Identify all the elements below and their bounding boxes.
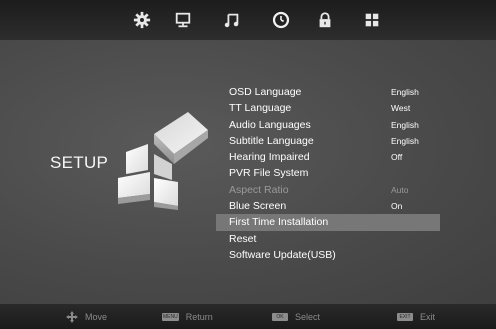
menu-item-label: Hearing Impaired	[229, 151, 310, 164]
menu-item-label: PVR File System	[229, 167, 309, 180]
gear-icon[interactable]	[131, 9, 153, 31]
menu-item-hearing-impaired[interactable]: Hearing Impaired Off	[216, 149, 440, 165]
ok-key-icon: OK	[272, 313, 288, 321]
setup-screen: SETUP OSD Language English TT Language We	[0, 0, 496, 329]
return-hint-label: Return	[185, 312, 213, 322]
music-note-icon[interactable]	[221, 9, 243, 31]
menu-item-osd-language[interactable]: OSD Language English	[216, 84, 440, 100]
menu-item-first-time-installation[interactable]: First Time Installation	[216, 214, 440, 231]
menu-item-label: Subtitle Language	[229, 134, 314, 147]
setup-cube-icon	[118, 112, 208, 210]
exit-key-icon: EXIT	[397, 313, 413, 321]
menu-item-label: OSD Language	[229, 86, 302, 98]
menu-item-value: English	[391, 135, 419, 146]
hint-bar: Move MENU Return OK Select EXIT Exit	[0, 304, 496, 329]
monitor-icon[interactable]	[172, 9, 194, 31]
setup-menu-list: OSD Language English TT Language West Audio …	[216, 84, 440, 263]
menu-item-subtitle-language[interactable]: Subtitle Language English	[216, 133, 440, 149]
menu-item-blue-screen[interactable]: Blue Screen On	[216, 198, 440, 214]
move-hint-label: Move	[85, 312, 108, 322]
menu-item-value: West	[391, 103, 411, 114]
menu-item-value: English	[391, 119, 419, 130]
menu-item-value: English	[391, 87, 419, 97]
menu-item-value: On	[391, 201, 403, 212]
menu-item-label: Audio Languages	[229, 118, 311, 131]
move-arrows-icon	[66, 311, 78, 323]
menu-category-bar	[0, 0, 496, 40]
menu-item-pvr-file-system[interactable]: PVR File System	[216, 165, 440, 181]
menu-key-icon: MENU	[162, 313, 179, 321]
menu-item-label: Aspect Ratio	[229, 183, 289, 196]
menu-item-label: Reset	[229, 232, 257, 245]
grid-icon[interactable]	[361, 9, 383, 31]
menu-item-audio-languages[interactable]: Audio Languages English	[216, 117, 440, 133]
menu-item-label: TT Language	[229, 102, 292, 115]
menu-item-tt-language[interactable]: TT Language West	[216, 100, 440, 116]
move-hint: Move	[66, 310, 107, 324]
menu-item-reset[interactable]: Reset	[216, 231, 440, 247]
exit-hint-label: Exit	[420, 312, 436, 322]
page-title: SETUP	[50, 153, 109, 172]
menu-item-label: Blue Screen	[229, 200, 287, 213]
clock-icon[interactable]	[270, 9, 292, 31]
lock-icon[interactable]	[314, 9, 336, 31]
menu-item-software-update-usb[interactable]: Software Update(USB)	[216, 247, 440, 263]
return-hint: MENU Return	[162, 310, 213, 324]
menu-item-label: First Time Installation	[229, 216, 329, 229]
select-hint-label: Select	[295, 312, 321, 322]
menu-item-value: Auto	[391, 184, 409, 195]
exit-hint: EXIT Exit	[397, 310, 435, 324]
menu-item-aspect-ratio: Aspect Ratio Auto	[216, 182, 440, 198]
menu-item-value: Off	[391, 152, 403, 163]
select-hint: OK Select	[272, 310, 320, 324]
menu-item-label: Software Update(USB)	[229, 248, 336, 261]
